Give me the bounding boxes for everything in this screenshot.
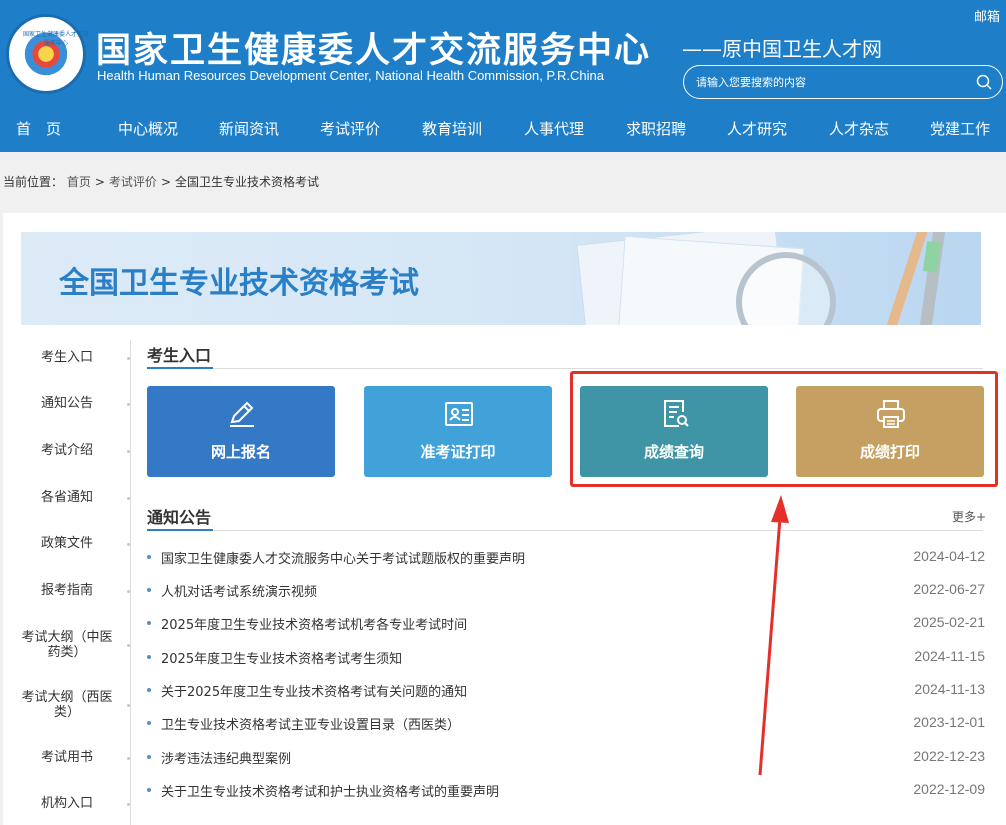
bullet-dot: [147, 621, 151, 625]
bullet-dot: [147, 755, 151, 759]
notice-title[interactable]: 国家卫生健康委人才交流服务中心关于考试试题版权的重要声明: [161, 548, 525, 567]
mailbox-link[interactable]: 邮箱: [974, 6, 1000, 25]
sidebar-item-notices[interactable]: 通知公告: [21, 396, 113, 411]
notice-item[interactable]: 涉考违法违纪典型案例 2022-12-23: [147, 748, 985, 768]
notice-section-underline: [147, 529, 213, 531]
notice-date: 2025-02-21: [913, 614, 985, 630]
notice-date: 2024-04-12: [913, 548, 985, 564]
bullet-dot: [147, 721, 151, 725]
sidebar-item-books[interactable]: 考试用书: [21, 750, 113, 765]
site-subtitle: ——原中国卫生人才网: [682, 37, 882, 61]
notice-date: 2023-12-01: [913, 714, 985, 730]
nav-hr-agency[interactable]: 人事代理: [524, 118, 584, 139]
entry-section-underline: [147, 367, 213, 369]
nav-home[interactable]: 首 页: [16, 118, 61, 139]
sidebar-dot: [127, 590, 130, 593]
sidebar-item-syllabus-tcm[interactable]: 考试大纲（中医药类）: [21, 630, 113, 660]
notice-title[interactable]: 2025年度卫生专业技术资格考试机考各专业考试时间: [161, 614, 467, 633]
bullet-dot: [147, 588, 151, 592]
breadcrumb-separator: >: [160, 175, 171, 189]
search-icon[interactable]: [976, 74, 992, 90]
notice-title[interactable]: 关于2025年度卫生专业技术资格考试有关问题的通知: [161, 681, 467, 700]
main-nav: 首 页 中心概况 新闻资讯 考试评价 教育培训 人事代理 求职招聘 人才研究 人…: [0, 112, 1006, 144]
notice-date: 2024-11-13: [914, 681, 985, 697]
nav-research[interactable]: 人才研究: [727, 118, 787, 139]
nav-training[interactable]: 教育培训: [422, 118, 482, 139]
notice-date: 2022-12-09: [913, 781, 985, 797]
bullet-dot: [147, 555, 151, 559]
search-box: [683, 65, 1003, 99]
page-banner: 全国卫生专业技术资格考试: [21, 232, 981, 325]
notice-item[interactable]: 2025年度卫生专业技术资格考试考生须知 2024-11-15: [147, 648, 985, 668]
notice-title[interactable]: 卫生专业技术资格考试主亚专业设置目录（西医类）: [161, 714, 460, 733]
sidebar-item-provinces[interactable]: 各省通知: [21, 490, 113, 505]
notice-section-title: 通知公告: [147, 508, 212, 527]
bullet-dot: [147, 688, 151, 692]
sidebar-item-guide[interactable]: 报考指南: [21, 583, 113, 598]
sidebar-dot: [127, 644, 130, 647]
breadcrumb-home[interactable]: 首页: [67, 175, 91, 189]
id-card-icon: [445, 402, 473, 426]
admission-ticket-print-button[interactable]: 准考证打印: [364, 386, 552, 477]
site-title-en: Health Human Resources Development Cente…: [97, 68, 604, 83]
notice-date: 2022-06-27: [913, 581, 985, 597]
sidebar-item-intro[interactable]: 考试介绍: [21, 443, 113, 458]
sidebar-dot: [127, 497, 130, 500]
breadcrumb-current: 全国卫生专业技术资格考试: [175, 175, 320, 189]
sidebar-dot: [127, 403, 130, 406]
notice-title[interactable]: 人机对话考试系统演示视频: [161, 581, 317, 600]
notice-title[interactable]: 涉考违法违纪典型案例: [161, 748, 291, 767]
sidebar-dot: [127, 704, 130, 707]
notice-item[interactable]: 关于2025年度卫生专业技术资格考试有关问题的通知 2024-11-13: [147, 681, 985, 701]
nav-about[interactable]: 中心概况: [118, 118, 178, 139]
bullet-dot: [147, 788, 151, 792]
notice-date: 2022-12-23: [913, 748, 985, 764]
sidebar-item-syllabus-western[interactable]: 考试大纲（西医类）: [21, 690, 113, 720]
sidebar-item-entry[interactable]: 考生入口: [21, 350, 113, 365]
online-registration-button[interactable]: 网上报名: [147, 386, 335, 477]
more-notices-link[interactable]: 更多+: [952, 508, 986, 525]
nav-party[interactable]: 党建工作: [930, 118, 990, 139]
notice-item[interactable]: 2025年度卫生专业技术资格考试机考各专业考试时间 2025-02-21: [147, 614, 985, 634]
notice-item[interactable]: 国家卫生健康委人才交流服务中心关于考试试题版权的重要声明 2024-04-12: [147, 548, 985, 568]
sidebar-dot: [127, 357, 130, 360]
sidebar-item-institutions[interactable]: 机构入口: [21, 796, 113, 811]
breadcrumb: 当前位置： 首页 > 考试评价 > 全国卫生专业技术资格考试: [3, 173, 319, 190]
sidebar-dot: [127, 450, 130, 453]
notice-item[interactable]: 关于卫生专业技术资格考试和护士执业资格考试的重要声明 2022-12-09: [147, 781, 985, 801]
tile-label: 网上报名: [210, 443, 271, 461]
nav-news[interactable]: 新闻资讯: [219, 118, 279, 139]
notice-title[interactable]: 关于卫生专业技术资格考试和护士执业资格考试的重要声明: [161, 781, 499, 800]
sidebar-nav: 考生入口 通知公告 考试介绍 各省通知 政策文件 报考指南 考试大纲（中医药类）…: [21, 340, 131, 825]
sidebar-dot: [127, 803, 130, 806]
entry-section-divider: [147, 368, 983, 369]
site-title: 国家卫生健康委人才交流服务中心: [96, 31, 652, 71]
notice-item[interactable]: 卫生专业技术资格考试主亚专业设置目录（西医类） 2023-12-01: [147, 714, 985, 734]
tile-label: 准考证打印: [420, 443, 496, 461]
sidebar-item-policies[interactable]: 政策文件: [21, 536, 113, 551]
banner-title: 全国卫生专业技术资格考试: [59, 266, 419, 301]
sidebar-dot: [127, 757, 130, 760]
nav-jobs[interactable]: 求职招聘: [626, 118, 686, 139]
notice-section-divider: [147, 530, 983, 531]
logo-text: 国家卫生健康委人才交流服务中心: [23, 31, 90, 47]
pen-icon: [230, 401, 254, 427]
notice-item[interactable]: 人机对话考试系统演示视频 2022-06-27: [147, 581, 985, 601]
notice-title[interactable]: 2025年度卫生专业技术资格考试考生须知: [161, 648, 402, 667]
nav-exams[interactable]: 考试评价: [320, 118, 380, 139]
notice-date: 2024-11-15: [914, 648, 985, 664]
logo-emblem: 国家卫生健康委人才交流服务中心: [19, 27, 89, 81]
breadcrumb-separator: >: [94, 175, 105, 189]
breadcrumb-label: 当前位置：: [3, 175, 64, 189]
bullet-dot: [147, 655, 151, 659]
highlight-box: [570, 371, 998, 487]
site-header: 国家卫生健康委人才交流服务中心 国家卫生健康委人才交流服务中心 Health H…: [0, 0, 1006, 152]
breadcrumb-exams[interactable]: 考试评价: [109, 175, 157, 189]
sidebar-dot: [127, 543, 130, 546]
site-logo[interactable]: 国家卫生健康委人才交流服务中心: [6, 14, 89, 94]
search-input[interactable]: [696, 72, 966, 92]
nav-magazine[interactable]: 人才杂志: [829, 118, 889, 139]
entry-section-title: 考生入口: [147, 346, 212, 365]
